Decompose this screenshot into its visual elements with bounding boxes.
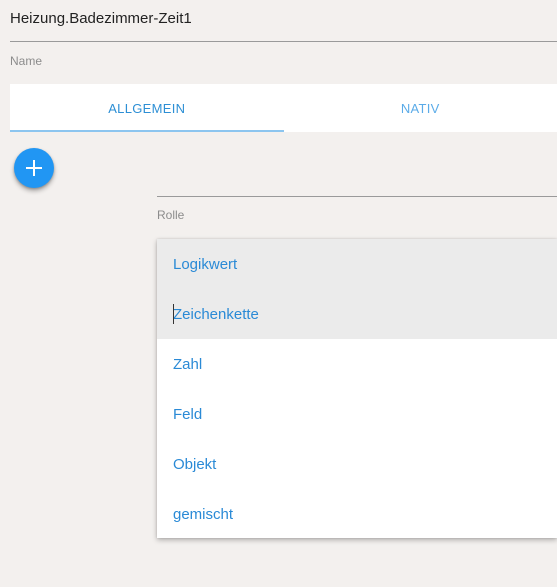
role-option-zeichenkette[interactable]: Zeichenkette [157,289,557,339]
role-option-zahl[interactable]: Zahl [157,339,557,389]
tab-allgemein[interactable]: ALLGEMEIN [10,84,284,132]
name-field-underline [10,41,557,42]
role-option-feld[interactable]: Feld [157,389,557,439]
tab-bar: ALLGEMEIN NATIV [10,84,557,132]
role-field-underline [157,196,557,197]
name-field[interactable]: Heizung.Badezimmer-Zeit1 Name [10,0,557,72]
role-option-label: Logikwert [173,255,238,273]
object-edit-dialog: Heizung.Badezimmer-Zeit1 Name ALLGEMEIN … [0,0,557,587]
role-field-label: Rolle [157,208,185,222]
role-dropdown-menu: Logikwert Zeichenkette Zahl Feld Objekt … [157,239,557,538]
tab-allgemein-label: ALLGEMEIN [108,100,186,116]
plus-icon [26,160,42,176]
role-option-logikwert[interactable]: Logikwert [157,239,557,289]
tab-nativ-label: NATIV [400,100,440,116]
name-input[interactable]: Heizung.Badezimmer-Zeit1 [10,10,192,27]
tab-nativ[interactable]: NATIV [284,84,557,132]
role-option-label: gemischt [173,505,234,523]
role-option-label: Feld [173,405,203,423]
role-option-label: Zahl [173,355,203,373]
role-option-label: Objekt [173,455,217,473]
role-option-gemischt[interactable]: gemischt [157,489,557,539]
role-option-label: Zeichenkette [173,305,259,323]
add-button[interactable] [14,148,54,188]
active-tab-indicator [10,130,284,132]
name-field-label: Name [10,54,43,68]
role-option-objekt[interactable]: Objekt [157,439,557,489]
text-cursor [173,304,174,324]
